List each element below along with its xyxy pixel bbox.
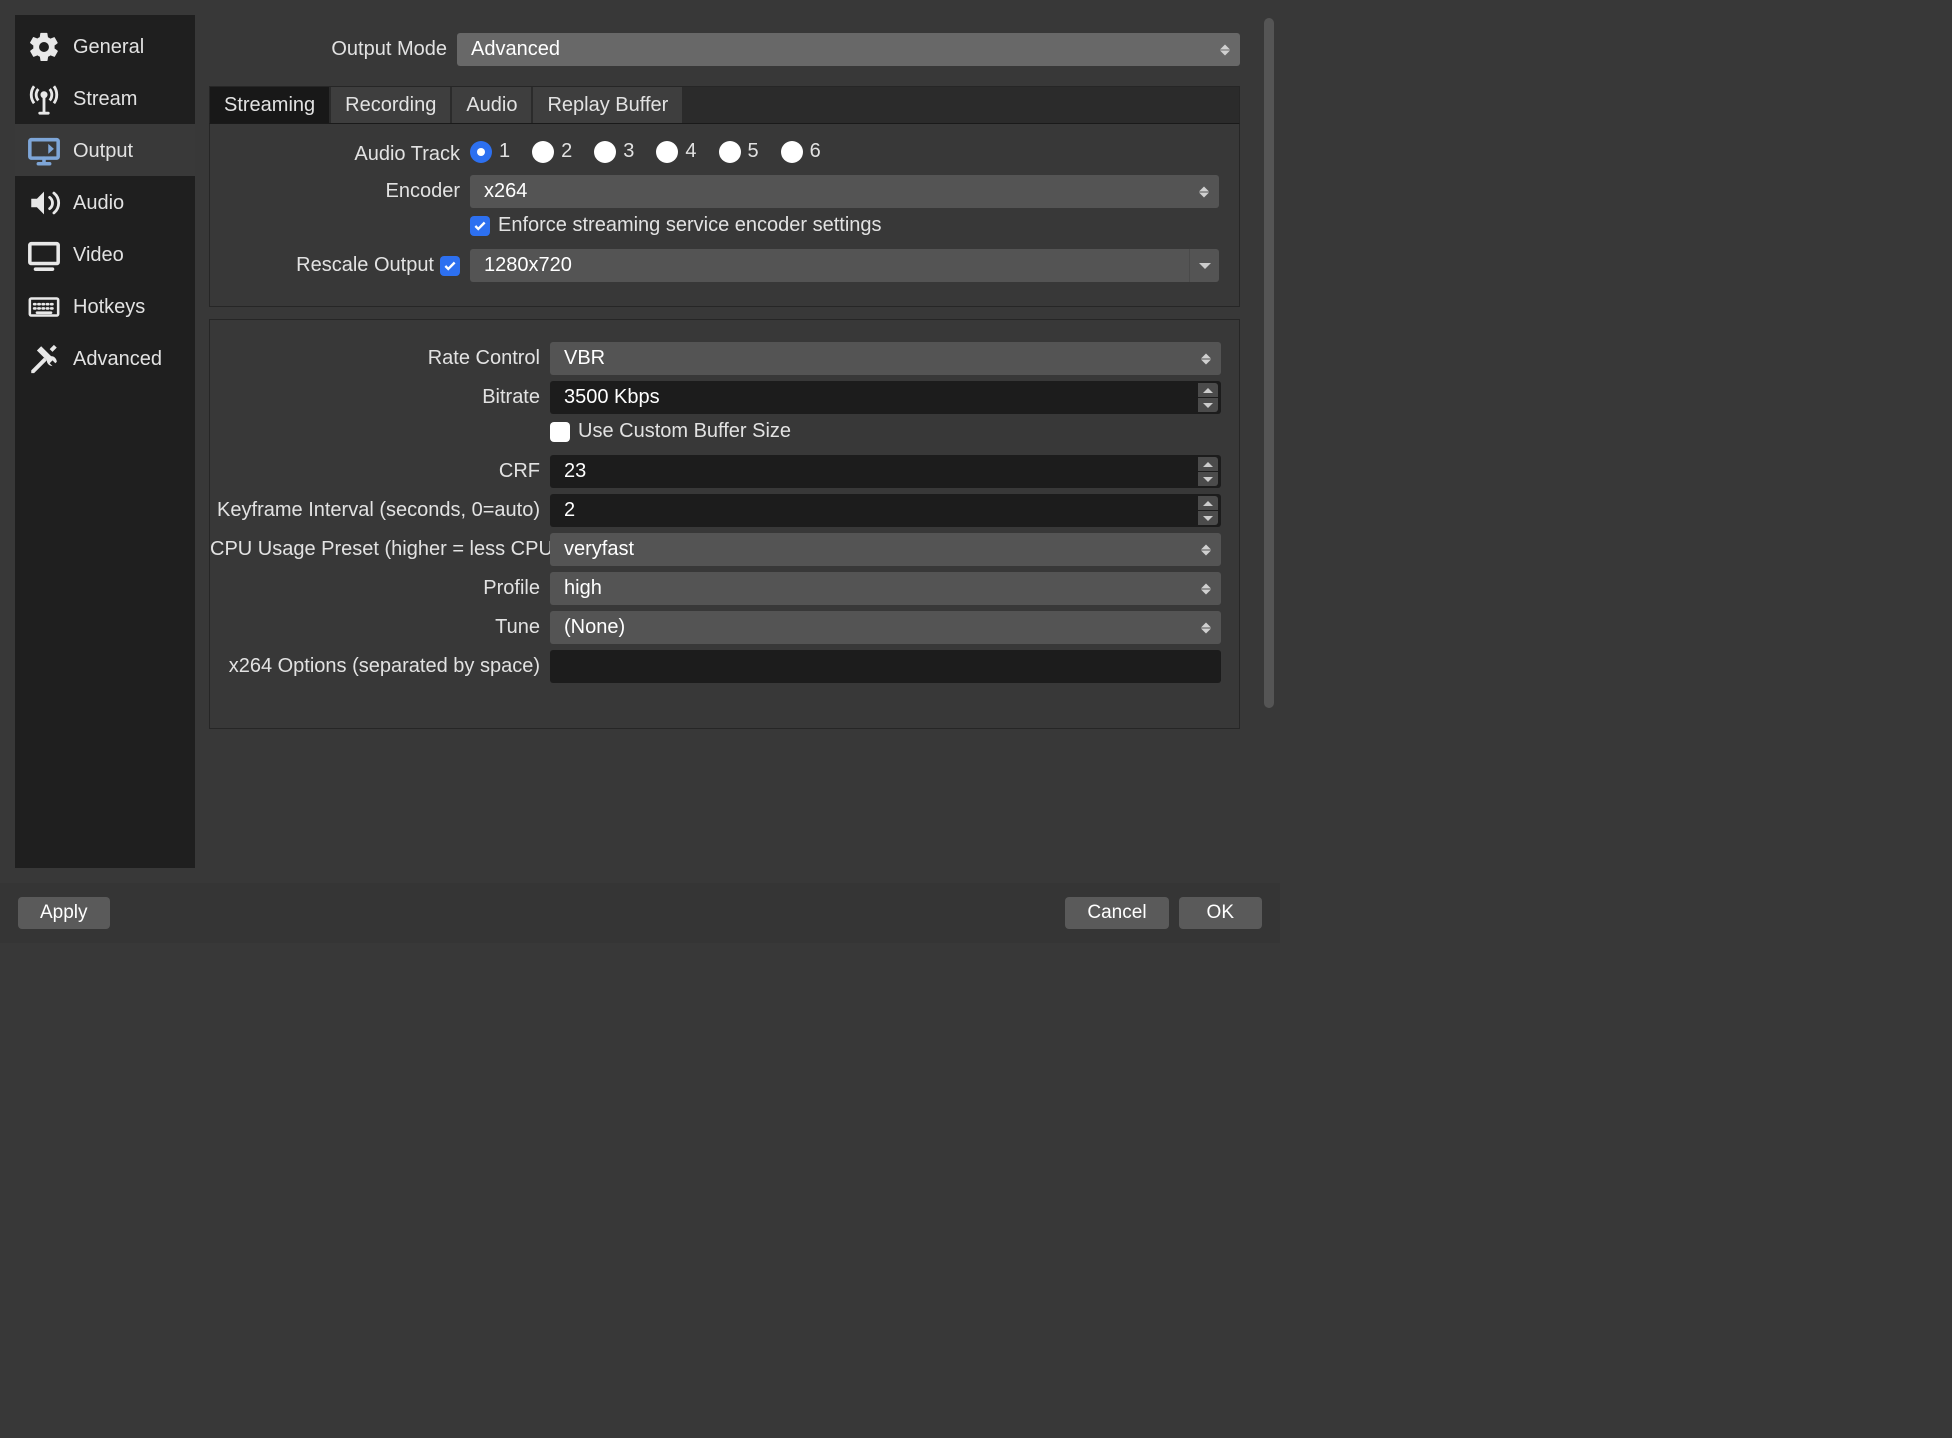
tab-replay-buffer[interactable]: Replay Buffer (533, 87, 684, 123)
audio-track-6[interactable]: 6 (781, 140, 821, 163)
spinner-buttons[interactable] (1198, 496, 1218, 525)
ok-button[interactable]: OK (1179, 897, 1262, 929)
audio-track-group: 1 2 3 4 5 6 (470, 140, 821, 169)
rescale-checkbox[interactable] (440, 256, 460, 276)
sidebar-item-label: General (73, 36, 144, 59)
audio-track-1[interactable]: 1 (470, 140, 510, 163)
updown-icon (1201, 622, 1211, 633)
rescale-label: Rescale Output (296, 254, 434, 277)
bitrate-input[interactable]: 3500 Kbps (550, 381, 1221, 414)
radio-off-icon (719, 141, 741, 163)
rescale-combo[interactable]: 1280x720 (470, 249, 1219, 282)
settings-sidebar: General Stream Output Audio Video Hotkey… (15, 15, 195, 868)
sidebar-item-audio[interactable]: Audio (15, 176, 195, 228)
audio-track-3[interactable]: 3 (594, 140, 634, 163)
encoder-value: x264 (484, 180, 527, 203)
chevron-down-icon (1189, 249, 1219, 282)
updown-icon (1201, 353, 1211, 364)
tools-icon (27, 342, 61, 376)
audio-track-5[interactable]: 5 (719, 140, 759, 163)
output-mode-value: Advanced (471, 38, 560, 61)
bitrate-label: Bitrate (210, 386, 550, 409)
keyframe-input[interactable]: 2 (550, 494, 1221, 527)
radio-on-icon (470, 141, 492, 163)
custom-buffer-checkbox[interactable]: Use Custom Buffer Size (550, 420, 791, 443)
audio-track-label: Audio Track (210, 143, 470, 166)
sidebar-item-label: Stream (73, 88, 137, 111)
cpu-preset-select[interactable]: veryfast (550, 533, 1221, 566)
display-icon (27, 238, 61, 272)
monitor-icon (27, 134, 61, 168)
profile-label: Profile (210, 577, 550, 600)
radio-off-icon (532, 141, 554, 163)
x264-opts-input[interactable] (550, 650, 1221, 683)
gear-icon (27, 30, 61, 64)
tune-label: Tune (210, 616, 550, 639)
cancel-button[interactable]: Cancel (1065, 897, 1168, 929)
speaker-icon (27, 186, 61, 220)
radio-off-icon (781, 141, 803, 163)
radio-off-icon (594, 141, 616, 163)
vertical-scrollbar[interactable] (1264, 18, 1274, 708)
rescale-value: 1280x720 (484, 254, 572, 277)
tab-streaming[interactable]: Streaming (210, 87, 331, 123)
enforce-settings-checkbox[interactable]: Enforce streaming service encoder settin… (470, 214, 882, 237)
output-tab-bar: Streaming Recording Audio Replay Buffer (209, 86, 1240, 124)
updown-icon (1220, 44, 1230, 55)
cpu-preset-label: CPU Usage Preset (higher = less CPU) (210, 538, 550, 561)
tune-select[interactable]: (None) (550, 611, 1221, 644)
sidebar-item-label: Audio (73, 192, 124, 215)
output-mode-label: Output Mode (209, 38, 457, 61)
rate-control-label: Rate Control (210, 347, 550, 370)
main-panel: Output Mode Advanced Streaming Recording… (209, 15, 1250, 868)
spinner-buttons[interactable] (1198, 457, 1218, 486)
profile-select[interactable]: high (550, 572, 1221, 605)
spinner-buttons[interactable] (1198, 383, 1218, 412)
sidebar-item-hotkeys[interactable]: Hotkeys (15, 280, 195, 332)
audio-track-2[interactable]: 2 (532, 140, 572, 163)
encoder-settings-group: Rate Control VBR Bitrate 3500 Kbps Use C… (209, 319, 1240, 729)
sidebar-item-general[interactable]: General (15, 20, 195, 72)
streaming-settings-group: Audio Track 1 2 3 4 5 6 Encoder x264 Enf… (209, 124, 1240, 307)
output-mode-select[interactable]: Advanced (457, 33, 1240, 66)
sidebar-item-label: Hotkeys (73, 296, 145, 319)
crf-label: CRF (210, 460, 550, 483)
sidebar-item-stream[interactable]: Stream (15, 72, 195, 124)
sidebar-item-output[interactable]: Output (15, 124, 195, 176)
tab-audio[interactable]: Audio (452, 87, 533, 123)
apply-button[interactable]: Apply (18, 897, 110, 929)
sidebar-item-video[interactable]: Video (15, 228, 195, 280)
updown-icon (1201, 544, 1211, 555)
encoder-label: Encoder (210, 180, 470, 203)
keyframe-label: Keyframe Interval (seconds, 0=auto) (210, 499, 550, 522)
sidebar-item-advanced[interactable]: Advanced (15, 332, 195, 384)
audio-track-4[interactable]: 4 (656, 140, 696, 163)
x264-opts-label: x264 Options (separated by space) (210, 655, 550, 678)
tab-recording[interactable]: Recording (331, 87, 452, 123)
sidebar-item-label: Advanced (73, 348, 162, 371)
radio-off-icon (656, 141, 678, 163)
sidebar-item-label: Output (73, 140, 133, 163)
checkbox-off-icon (550, 422, 570, 442)
updown-icon (1201, 583, 1211, 594)
dialog-footer: Apply Cancel OK (0, 883, 1280, 943)
crf-input[interactable]: 23 (550, 455, 1221, 488)
keyboard-icon (27, 290, 61, 324)
antenna-icon (27, 82, 61, 116)
updown-icon (1199, 186, 1209, 197)
encoder-select[interactable]: x264 (470, 175, 1219, 208)
rate-control-select[interactable]: VBR (550, 342, 1221, 375)
checkbox-on-icon (470, 216, 490, 236)
sidebar-item-label: Video (73, 244, 124, 267)
